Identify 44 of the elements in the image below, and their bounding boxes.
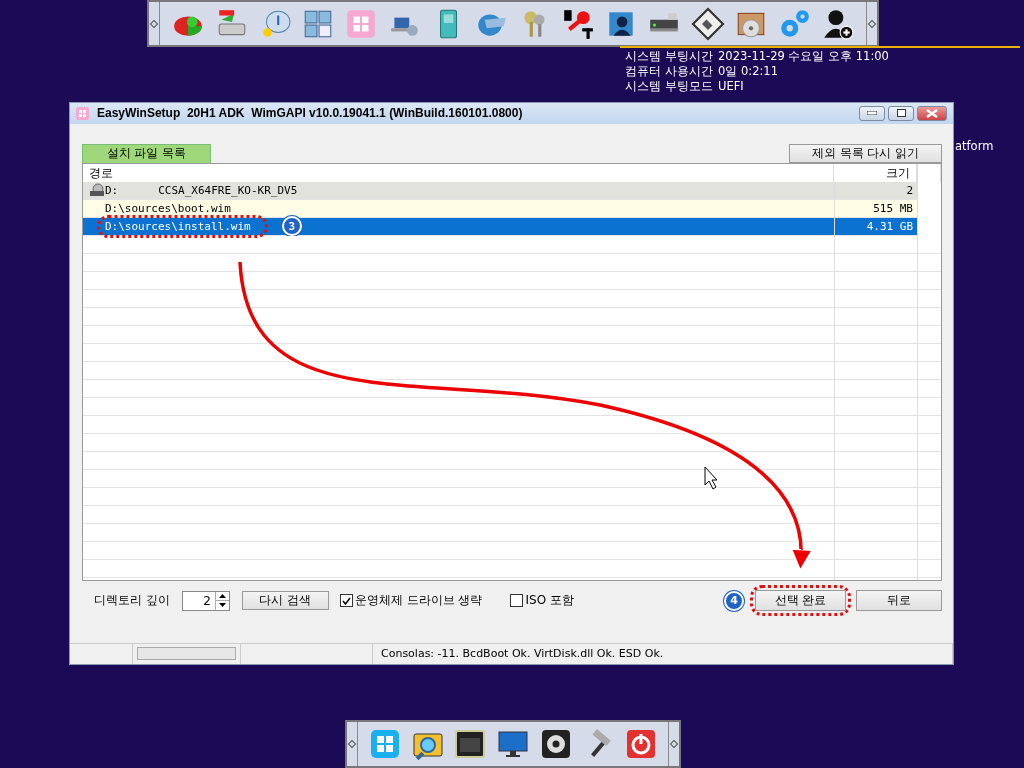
background-text: atform — [955, 139, 994, 153]
terminal-icon[interactable] — [454, 728, 487, 760]
check-icon — [341, 596, 351, 605]
checkbox[interactable] — [339, 594, 353, 607]
window-title: EasyWinSetup 20H1 ADK WimGAPI v10.0.19041.1 (WinBuild.160101.0800) — [97, 106, 524, 121]
column-header[interactable]: 크기 — [834, 163, 917, 182]
column-header[interactable]: 경로 — [83, 163, 834, 182]
tab[interactable]: 설치 파일 목록 — [82, 143, 211, 163]
rescan-button[interactable]: 다시 검색 — [241, 591, 329, 610]
file-path: D:\sources\boot.wim — [105, 200, 231, 217]
maximize-button[interactable] — [888, 105, 914, 121]
power-icon[interactable] — [625, 728, 658, 760]
info-label: 컴퓨터 사용시간 — [625, 64, 714, 79]
step-badge: 3 — [281, 216, 302, 236]
maximize-icon — [896, 109, 906, 118]
close-icon — [926, 108, 938, 118]
back-button[interactable]: 뒤로 — [856, 590, 942, 611]
app-icon — [76, 106, 89, 120]
size-cell[interactable]: 2 — [834, 181, 917, 200]
volume-label: CCSA_X64FRE_KO-KR_DV5 — [158, 182, 298, 199]
info-label: 시스템 부팅모드 — [625, 79, 714, 94]
status-text: Consolas: -11. BcdBoot Ok. VirtDisk.dll Ok. ESD Ok. — [373, 643, 953, 664]
down-arrow-icon[interactable] — [218, 603, 226, 608]
checkbox-label: 운영체제 드라이브 생략 — [354, 592, 483, 609]
drive-icon — [89, 183, 105, 197]
reload-button[interactable]: 제외 목록 다시 읽기 — [789, 143, 942, 163]
confirm-button[interactable]: 선택 완료 — [755, 590, 846, 611]
windows-logo-icon[interactable] — [368, 728, 401, 760]
file-path: D:\sources\install.wim — [105, 218, 251, 235]
depth-label: 디렉토리 깊이 — [94, 592, 170, 609]
cursor-icon — [704, 466, 718, 490]
depth-spinner[interactable]: 2 — [181, 590, 230, 611]
info-value: 0일 0:2:11 — [718, 64, 779, 79]
up-arrow-icon[interactable] — [218, 593, 226, 598]
minimize-icon — [867, 111, 877, 116]
drive-letter: D: — [105, 182, 119, 199]
info-value: 2023-11-29 수요일 오후 11:00 — [718, 49, 890, 64]
monitor-icon[interactable] — [497, 728, 529, 760]
info-label: 시스템 부팅시간 — [625, 49, 714, 64]
checkbox-label: ISO 포함 — [525, 592, 574, 609]
info-value: UEFI — [718, 79, 745, 94]
close-button[interactable] — [917, 105, 947, 121]
checkbox[interactable] — [510, 594, 524, 607]
step-badge: 4 — [724, 590, 744, 611]
